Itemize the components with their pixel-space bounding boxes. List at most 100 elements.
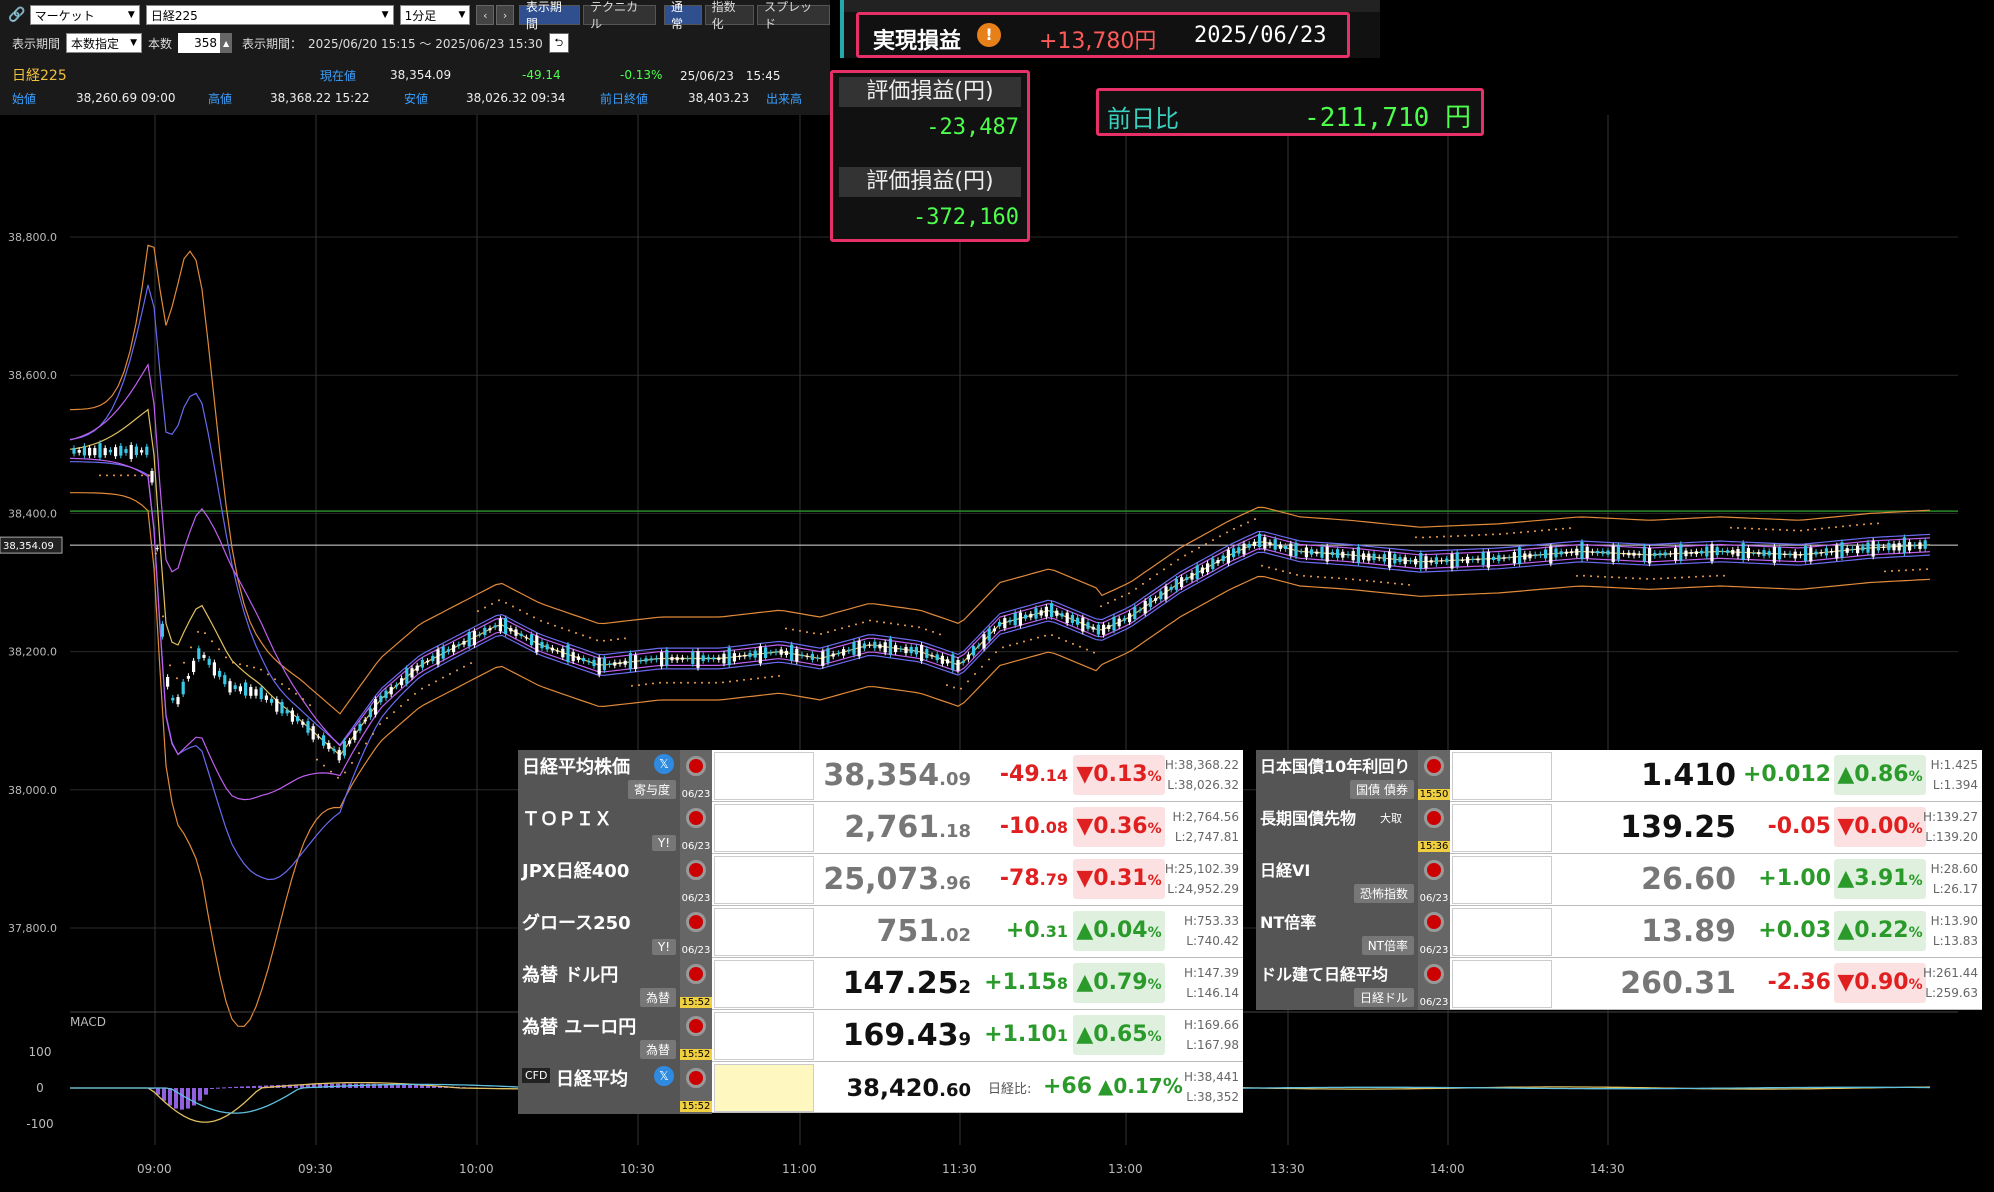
mini-chart[interactable] <box>714 752 814 800</box>
candle-body <box>368 708 372 718</box>
mini-chart[interactable] <box>1452 856 1552 904</box>
quote-name-cell[interactable]: 日本国債10年利回り国債 債券 <box>1256 750 1418 802</box>
quote-sub-tag[interactable]: 日経ドル <box>1353 988 1414 1007</box>
quote-row[interactable]: 為替 ユーロ円 為替 15:52 169.439 +1.101 ▲0.65% H:169.6… <box>518 1010 1243 1062</box>
quote-row[interactable]: JPX日経400 06/23 25,073.96 -78.79 ▼0.31% H:25,1… <box>518 854 1243 906</box>
quote-low: L:167.98 <box>1186 1038 1239 1052</box>
mini-chart[interactable] <box>714 960 814 1008</box>
quote-sub-tag[interactable]: Y! <box>651 939 676 955</box>
quote-sub-tag[interactable]: NT倍率 <box>1361 936 1414 955</box>
quote-low: L:24,952.29 <box>1167 882 1239 896</box>
candle-body <box>379 695 383 703</box>
quote-name-cell[interactable]: 為替 ユーロ円 為替 <box>518 1010 680 1062</box>
price-dec: .60 <box>939 1080 971 1101</box>
quote-row[interactable]: 日経VI 恐怖指数 06/23 26.60 +1.00 ▲3.91% H:28.60 L:26… <box>1256 854 1982 906</box>
quote-sub-tag[interactable]: 為替 <box>639 988 676 1007</box>
candle-body <box>488 628 492 631</box>
mini-chart[interactable] <box>714 1012 814 1060</box>
x-share-icon[interactable]: 𝕏 <box>654 1066 674 1086</box>
mode-spread-button[interactable]: スプレッド <box>757 0 830 31</box>
candle-body <box>904 646 908 654</box>
quote-name-cell[interactable]: 長期国債先物 大取 <box>1256 802 1418 854</box>
quote-row[interactable]: 為替 ドル円 為替 15:52 147.252 +1.158 ▲0.79% H:147.39… <box>518 958 1243 1010</box>
symbol-select[interactable]: 日経225 ▼ <box>145 5 394 25</box>
display-period-button[interactable]: 表示期間 <box>518 0 581 31</box>
candle-body <box>738 655 742 658</box>
quote-row[interactable]: ドル建て日経平均 日経ドル 06/23 260.31 -2.36 ▼0.90% H:261.… <box>1256 958 1982 1010</box>
next-arrow-icon[interactable]: › <box>496 5 514 25</box>
mini-chart[interactable] <box>714 856 814 904</box>
mini-chart[interactable] <box>1452 804 1552 852</box>
quote-row[interactable]: NT倍率 NT倍率 06/23 13.89 +0.03 ▲0.22% H:13.90 L:13… <box>1256 906 1982 958</box>
sar-dot <box>1415 536 1417 539</box>
candle-body <box>1372 553 1376 561</box>
candle-body <box>1445 558 1449 563</box>
quote-row[interactable]: 長期国債先物 大取 15:36 139.25 -0.05 ▼0.00% H:139.27 L:… <box>1256 802 1982 854</box>
prev-close-label: 前日終値 <box>600 91 649 106</box>
quote-name-cell[interactable]: 日経VI 恐怖指数 <box>1256 854 1418 906</box>
refresh-icon[interactable]: ⮌ <box>548 33 569 53</box>
link-icon[interactable]: 🔗 <box>8 7 30 23</box>
quote-sub-tag[interactable]: 為替 <box>639 1040 676 1059</box>
quote-sub-tag[interactable]: Y! <box>651 835 676 851</box>
quote-row[interactable]: 日本国債10年利回り 国債 債券 15:50 1.410 +0.012 ▲0.86% H:1… <box>1256 750 1982 802</box>
change-main: +0 <box>1005 918 1040 943</box>
sar-dot <box>988 658 990 661</box>
candle-body <box>1492 556 1496 561</box>
mode-index-button[interactable]: 指数化 <box>704 0 755 31</box>
sar-dot <box>862 621 864 624</box>
quote-name-cell[interactable]: 為替 ドル円 為替 <box>518 958 680 1010</box>
sar-dot <box>1114 598 1116 601</box>
sar-dot <box>575 631 577 634</box>
realized-pnl-box: 実現損益 ! +13,780円 2025/06/23 <box>856 12 1350 58</box>
quote-name-cell[interactable]: ドル建て日経平均 日経ドル <box>1256 958 1418 1010</box>
mode-normal-button[interactable]: 通常 <box>664 0 702 31</box>
quote-high: H:25,102.39 <box>1164 862 1239 876</box>
interval-select[interactable]: 1分足 ▼ <box>399 5 471 25</box>
sar-dot <box>1100 605 1102 608</box>
quote-name-cell[interactable]: 日経平均株価 𝕏 寄与度 <box>518 750 680 802</box>
candle-body <box>103 448 107 456</box>
candle-body <box>306 721 310 733</box>
period-select[interactable]: 本数指定 ▼ <box>66 33 143 53</box>
sar-dot <box>463 665 465 668</box>
candle-body <box>353 730 357 740</box>
mini-chart[interactable] <box>714 908 814 956</box>
count-spinner[interactable]: ▲ <box>220 33 233 53</box>
technical-button[interactable]: テクニカル <box>583 0 657 31</box>
quote-sub-tag[interactable]: 恐怖指数 <box>1353 884 1414 903</box>
quote-sub-tag[interactable]: 国債 債券 <box>1350 780 1414 799</box>
quote-high: H:1.425 <box>1930 758 1978 772</box>
candle-body <box>1200 567 1204 574</box>
candle-body <box>342 740 346 756</box>
prev-arrow-icon[interactable]: ‹ <box>476 5 495 25</box>
candle-body <box>1086 622 1090 629</box>
quote-name-cell[interactable]: JPX日経400 <box>518 854 680 906</box>
quote-name-cell[interactable]: CFD 日経平均 𝕏 <box>518 1062 680 1114</box>
mini-chart[interactable] <box>714 804 814 852</box>
quote-name-cell[interactable]: NT倍率 NT倍率 <box>1256 906 1418 958</box>
dod-label: 前日比 <box>1107 105 1179 133</box>
cfd-row[interactable]: CFD 日経平均 𝕏 15:52 38,420.60 日経比: +66 ▲0.17% H:38,… <box>518 1062 1243 1114</box>
market-select[interactable]: マーケット ▼ <box>29 5 140 25</box>
mini-chart[interactable] <box>714 1064 814 1112</box>
x-tick-label: 10:00 <box>459 1162 494 1176</box>
quote-row[interactable]: 日経平均株価 𝕏 寄与度 06/23 38,354.09 -49.14 ▼0.13% H:38… <box>518 750 1243 802</box>
mini-chart[interactable] <box>1452 752 1552 800</box>
mini-chart[interactable] <box>1452 908 1552 956</box>
sar-dot <box>1856 524 1858 527</box>
quote-name: 日本国債10年利回り <box>1260 757 1411 776</box>
pct-value: ▲0.79 <box>1076 970 1148 995</box>
sar-dot <box>911 625 913 628</box>
mini-chart[interactable] <box>1452 960 1552 1008</box>
quote-sub-tag[interactable]: 寄与度 <box>627 780 676 799</box>
quote-row[interactable]: ＴＯＰＩＸ Y! 06/23 2,761.18 -10.08 ▼0.36% H:2,764.… <box>518 802 1243 854</box>
x-share-icon[interactable]: 𝕏 <box>654 754 674 774</box>
quote-name-cell[interactable]: グロース250 Y! <box>518 906 680 958</box>
quote-name-cell[interactable]: ＴＯＰＩＸ Y! <box>518 802 680 854</box>
quote-name: 日経平均株価 <box>522 757 630 778</box>
count-input[interactable]: 358 <box>178 33 221 53</box>
quote-row[interactable]: グロース250 Y! 06/23 751.02 +0.31 ▲0.04% H:753.33 L… <box>518 906 1243 958</box>
candle-body <box>826 648 830 663</box>
sar-dot <box>1513 531 1515 534</box>
